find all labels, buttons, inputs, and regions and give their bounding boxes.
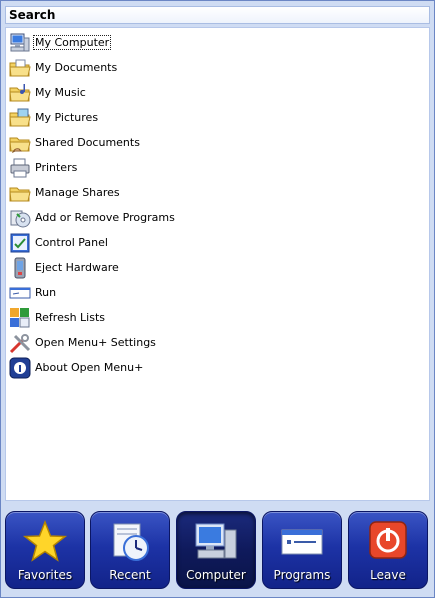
menu-item-label: Add or Remove Programs [35,211,175,224]
computer-icon [195,523,237,559]
dock-button-label: Favorites [17,568,73,582]
documents-folder-icon [9,57,31,79]
menu-list: My Computer My Documents My Music My Pic… [5,27,430,501]
search-bar[interactable]: Search [5,6,430,24]
programs-window-icon [281,529,323,555]
menu-item-label: Run [35,286,57,299]
dock-button-label: Recent [109,568,151,582]
menu-item-about-open-menu[interactable]: About Open Menu+ [6,355,406,380]
menu-item-my-computer[interactable]: My Computer [6,30,406,55]
dock-button-label: Leave [370,568,406,582]
clock-document-icon [113,523,149,561]
add-remove-programs-icon [9,207,31,229]
pictures-folder-icon [9,107,31,129]
eject-hardware-icon [9,257,31,279]
dock-button-label: Computer [186,568,246,582]
menu-item-label: Shared Documents [35,136,140,149]
menu-item-open-menu-settings[interactable]: Open Menu+ Settings [6,330,406,355]
menu-item-label: Eject Hardware [35,261,119,274]
menu-item-label: Refresh Lists [35,311,105,324]
menu-item-label: About Open Menu+ [35,361,144,374]
power-icon [369,521,407,559]
menu-item-eject-hardware[interactable]: Eject Hardware [6,255,406,280]
menu-item-manage-shares[interactable]: Manage Shares [6,180,406,205]
menu-item-control-panel[interactable]: Control Panel [6,230,406,255]
menu-item-label: My Documents [35,61,118,74]
menu-item-printers[interactable]: Printers [6,155,406,180]
dock-button-recent[interactable]: Recent [90,511,170,589]
music-folder-icon [9,82,31,104]
printer-icon [9,157,31,179]
star-icon [22,519,68,562]
settings-tools-icon [9,332,31,354]
refresh-icon [9,307,31,329]
menu-item-my-pictures[interactable]: My Pictures [6,105,406,130]
control-panel-icon [9,232,31,254]
search-label: Search [9,8,56,22]
run-icon [9,282,31,304]
menu-item-run[interactable]: Run [6,280,406,305]
menu-item-label: Printers [35,161,78,174]
menu-item-shared-documents[interactable]: Shared Documents [6,130,406,155]
shares-folder-icon [9,182,31,204]
bottom-dock: Favorites Recent Computer Programs Leave [1,504,434,597]
menu-item-label: Control Panel [35,236,108,249]
dock-button-label: Programs [273,568,331,582]
dock-button-programs[interactable]: Programs [262,511,342,589]
dock-button-leave[interactable]: Leave [348,511,428,589]
menu-item-refresh-lists[interactable]: Refresh Lists [6,305,406,330]
menu-item-my-music[interactable]: My Music [6,80,406,105]
menu-item-label: Open Menu+ Settings [35,336,156,349]
menu-item-my-documents[interactable]: My Documents [6,55,406,80]
menu-item-label: My Music [35,86,86,99]
open-menu-window: Search My Computer My Documents My Music… [0,0,435,598]
menu-item-label: My Pictures [35,111,99,124]
my-computer-icon [9,32,31,54]
about-icon [9,357,31,379]
shared-folder-icon [9,132,31,154]
menu-item-label: Manage Shares [35,186,120,199]
menu-item-label: My Computer [32,35,112,50]
dock-button-computer[interactable]: Computer [176,511,256,589]
dock-button-favorites[interactable]: Favorites [5,511,85,589]
menu-item-add-remove-programs[interactable]: Add or Remove Programs [6,205,406,230]
